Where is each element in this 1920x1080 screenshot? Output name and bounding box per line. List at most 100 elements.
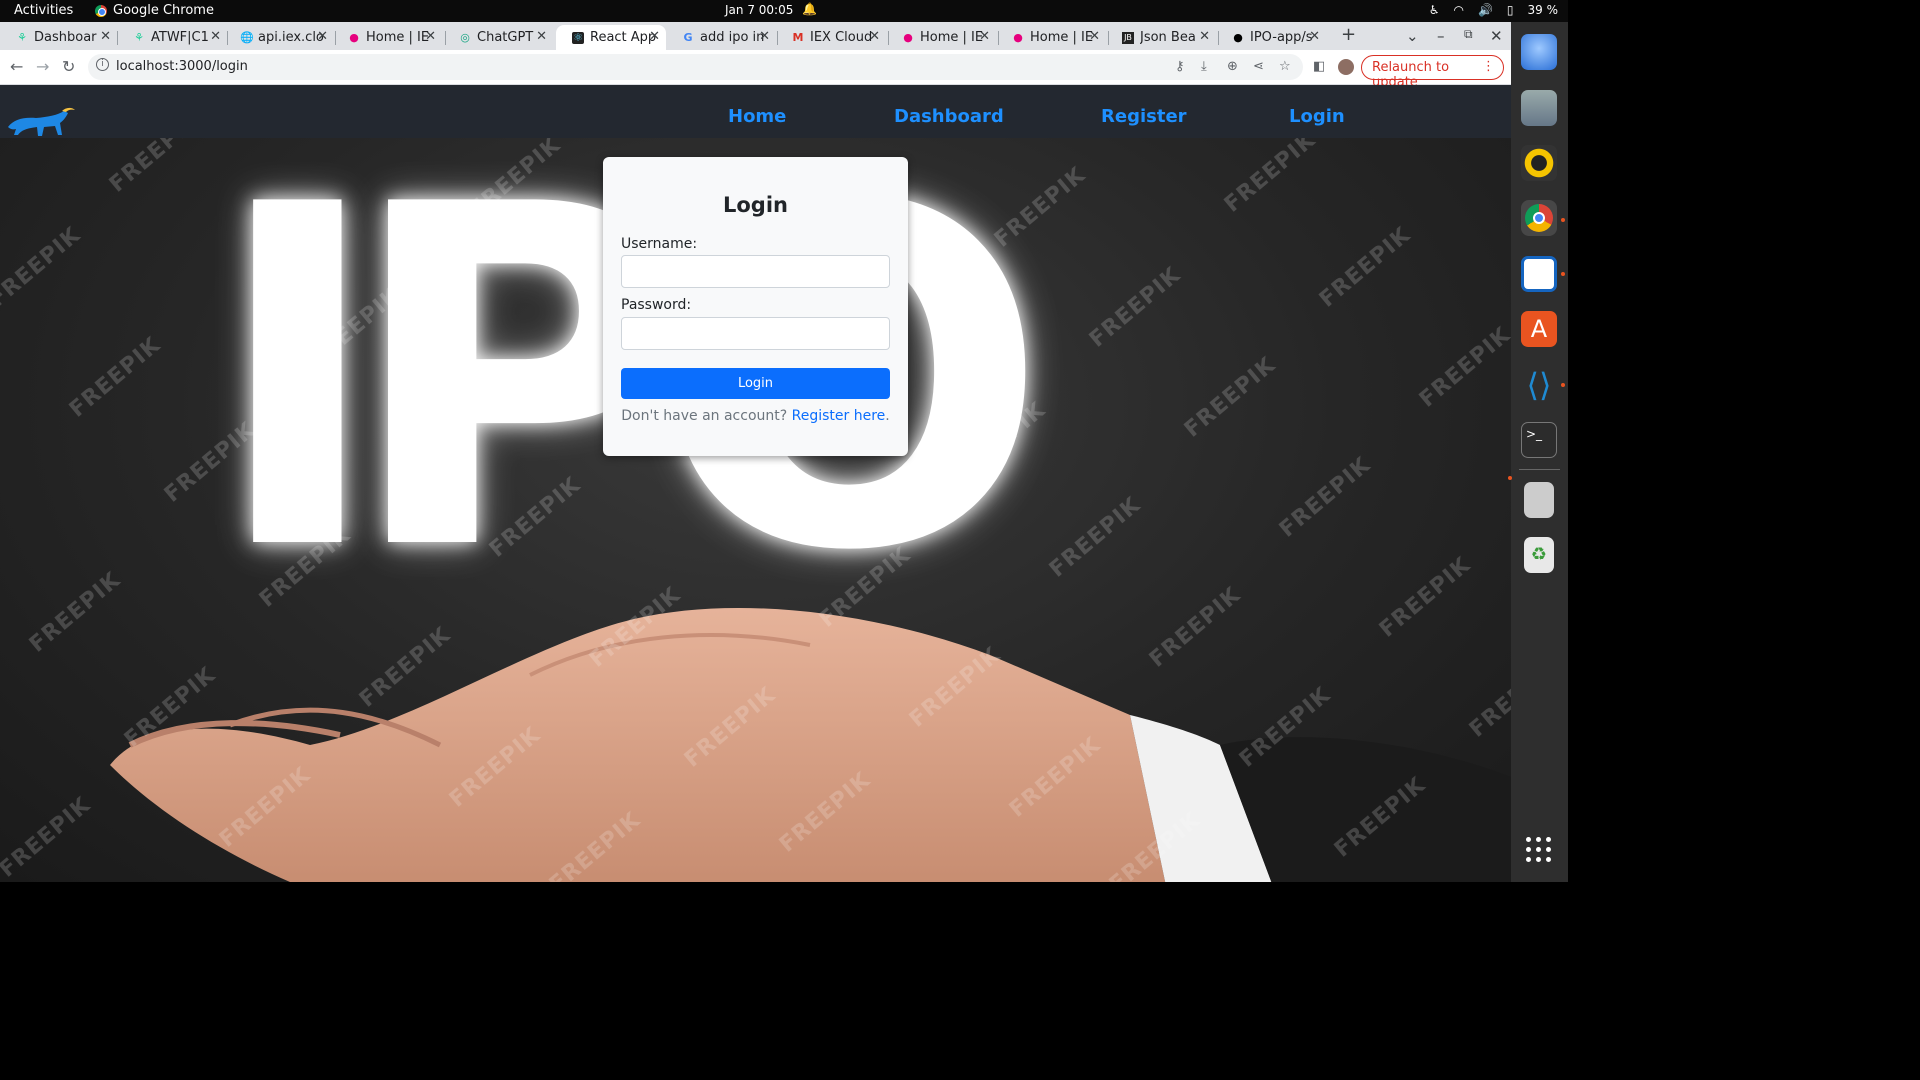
watermark-text: FREEPIK <box>1179 352 1281 443</box>
json-beautifier-icon: JB <box>1122 31 1134 44</box>
password-input[interactable] <box>621 317 890 350</box>
close-tab-icon[interactable]: ✕ <box>1199 29 1210 44</box>
tab[interactable]: JB Json Bea ✕ <box>1106 25 1216 50</box>
tab[interactable]: ● Home | IE ✕ <box>332 25 442 50</box>
trash-icon[interactable]: ♻ <box>1524 537 1554 573</box>
relaunch-to-update-button[interactable]: Relaunch to update ⋮ <box>1361 55 1504 90</box>
nav-dashboard-link[interactable]: Dashboard <box>894 106 1004 127</box>
libreoffice-writer-icon[interactable] <box>1521 256 1557 292</box>
tab[interactable]: ● IPO-app/s ✕ <box>1216 25 1326 50</box>
running-indicator <box>1561 383 1565 387</box>
github-icon: ● <box>1233 30 1243 44</box>
chrome-icon <box>95 4 107 17</box>
watermark-text: FREEPIK <box>64 332 166 423</box>
accessibility-icon: ♿ <box>1428 3 1440 17</box>
close-tab-icon[interactable]: ✕ <box>979 29 990 44</box>
nav-login-link[interactable]: Login <box>1289 106 1345 127</box>
iex-cloud-icon: ● <box>1013 30 1023 44</box>
activities-button[interactable]: Activities <box>14 3 73 18</box>
close-tab-icon[interactable]: ✕ <box>210 29 221 44</box>
zoom-icon[interactable]: ⊕ <box>1227 59 1238 74</box>
ubuntu-dock: A ⟨⟩ >_ ♻ <box>1508 22 1568 882</box>
vscode-icon[interactable]: ⟨⟩ <box>1521 367 1557 403</box>
site-navbar: Home Dashboard Register Login <box>0 85 1511 138</box>
iex-cloud-icon: ● <box>349 30 359 44</box>
battery-icon: ▯ <box>1506 3 1514 17</box>
address-bar[interactable]: i localhost:3000/login ⚷ ⤓ ⊕ ⋖ ☆ <box>88 54 1303 80</box>
close-tab-icon[interactable]: ✕ <box>759 29 770 44</box>
tab-search-chevron-icon[interactable]: ⌄ <box>1406 27 1419 45</box>
tab-active[interactable]: ⚛ React App ✕ <box>556 25 666 50</box>
url-text[interactable]: localhost:3000/login <box>116 59 248 74</box>
tab[interactable]: ● Home | IE ✕ <box>996 25 1106 50</box>
terminal-icon[interactable]: >_ <box>1521 422 1557 458</box>
tab[interactable]: ⚘ Dashboar ✕ <box>0 25 117 50</box>
username-input[interactable] <box>621 255 890 288</box>
close-tab-icon[interactable]: ✕ <box>869 29 880 44</box>
battery-percent: 39 % <box>1527 3 1559 17</box>
share-icon[interactable]: ⋖ <box>1253 59 1264 74</box>
system-top-bar: Activities Google Chrome Jan 7 00:05 🔔 ♿… <box>0 0 1568 22</box>
react-icon: ⚛ <box>572 30 584 44</box>
watermark-text: FREEPIK <box>0 222 86 313</box>
show-apps-grid-icon[interactable] <box>1526 837 1552 863</box>
robinhood-feather-icon: ⚘ <box>134 30 144 44</box>
maximize-button[interactable]: ⧉ <box>1464 27 1473 42</box>
close-tab-icon[interactable]: ✕ <box>100 29 111 44</box>
google-icon: G <box>683 30 693 44</box>
password-key-icon[interactable]: ⚷ <box>1175 59 1185 74</box>
files-icon[interactable] <box>1521 90 1557 126</box>
site-info-icon[interactable]: i <box>96 58 109 71</box>
watermark-text: FREEPIK <box>1219 127 1321 218</box>
tab[interactable]: 🌐 api.iex.clo ✕ <box>224 25 334 50</box>
close-tab-icon[interactable]: ✕ <box>649 29 660 44</box>
login-card: Login Username: Password: Login Don't ha… <box>603 157 908 456</box>
notification-bell-icon: 🔔 <box>802 2 817 16</box>
close-tab-icon[interactable]: ✕ <box>536 29 547 44</box>
bull-logo-icon[interactable] <box>6 105 76 141</box>
bookmark-star-icon[interactable]: ☆ <box>1279 59 1291 74</box>
nav-home-link[interactable]: Home <box>728 106 786 127</box>
robinhood-feather-icon: ⚘ <box>17 30 27 44</box>
install-app-icon[interactable]: ⤓ <box>1201 59 1207 74</box>
username-label: Username: <box>621 236 698 252</box>
browser-toolbar: ← → ↻ i localhost:3000/login ⚷ ⤓ ⊕ ⋖ ☆ ◧… <box>0 50 1511 90</box>
app-center-icon[interactable]: A <box>1521 311 1557 347</box>
close-tab-icon[interactable]: ✕ <box>425 29 436 44</box>
side-panel-icon[interactable]: ◧ <box>1313 59 1325 74</box>
nav-register-link[interactable]: Register <box>1101 106 1187 127</box>
tab[interactable]: ◎ ChatGPT ✕ <box>443 25 553 50</box>
minimize-button[interactable]: – <box>1437 27 1445 45</box>
reload-icon[interactable]: ↻ <box>62 57 75 76</box>
app-menu[interactable]: Google Chrome <box>95 3 214 18</box>
clock[interactable]: Jan 7 00:05 <box>725 3 793 17</box>
tab[interactable]: M IEX Cloud ✕ <box>776 25 886 50</box>
login-title: Login <box>723 193 788 217</box>
rhythmbox-icon[interactable] <box>1521 145 1557 181</box>
login-submit-button[interactable]: Login <box>621 368 890 399</box>
new-tab-button[interactable]: + <box>1341 24 1356 45</box>
file-roller-icon[interactable] <box>1524 482 1554 518</box>
tab[interactable]: ● Home | IE ✕ <box>886 25 996 50</box>
tab-strip: ⚘ Dashboar ✕ ⚘ ATWF|C1 ✕ 🌐 api.iex.clo ✕ ● Home… <box>0 22 1511 50</box>
system-status-area[interactable]: ♿ ◠ 🔊 ▯ 39 % <box>1429 3 1558 17</box>
forward-arrow-icon[interactable]: → <box>36 57 49 76</box>
back-arrow-icon[interactable]: ← <box>10 57 23 76</box>
watermark-text: FREEPIK <box>1084 262 1186 353</box>
register-prompt: Don't have an account? Register here. <box>621 408 890 424</box>
watermark-text: FREEPIK <box>1274 452 1376 543</box>
tab[interactable]: Gadd ipo in ✕ <box>666 25 776 50</box>
register-here-link[interactable]: Register here <box>792 408 886 424</box>
iex-cloud-icon: ● <box>903 30 913 44</box>
watermark-text: FREEPIK <box>1314 222 1416 313</box>
close-window-button[interactable]: ✕ <box>1490 27 1503 45</box>
thunderbird-icon[interactable] <box>1521 34 1557 70</box>
close-tab-icon[interactable]: ✕ <box>317 29 328 44</box>
tab[interactable]: ⚘ ATWF|C1 ✕ <box>117 25 227 50</box>
close-tab-icon[interactable]: ✕ <box>1089 29 1100 44</box>
close-tab-icon[interactable]: ✕ <box>1309 29 1320 44</box>
kebab-menu-icon[interactable]: ⋮ <box>1482 59 1495 74</box>
profile-avatar[interactable] <box>1338 59 1354 75</box>
chrome-active-bg[interactable] <box>1521 200 1557 236</box>
watermark-text: FREEPIK <box>0 792 96 882</box>
